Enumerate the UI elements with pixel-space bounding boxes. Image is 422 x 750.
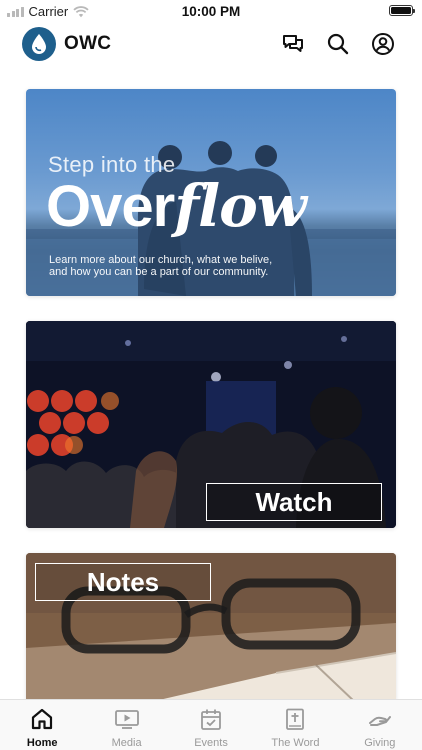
overflow-desc-line2: and how you can be a part of our communi… bbox=[49, 266, 269, 278]
chat-button[interactable] bbox=[280, 31, 306, 57]
home-icon bbox=[29, 706, 55, 732]
status-bar: Carrier 10:00 PM bbox=[0, 0, 422, 22]
tab-home-label: Home bbox=[26, 737, 58, 749]
search-button[interactable] bbox=[325, 31, 351, 57]
chat-icon bbox=[283, 35, 303, 52]
tab-home[interactable]: Home bbox=[0, 700, 84, 750]
overflow-description: Learn more about our church, what we bel… bbox=[49, 254, 349, 278]
overflow-desc-line1: Learn more about our church, what we bel… bbox=[49, 254, 273, 266]
app-logo[interactable] bbox=[22, 27, 56, 61]
tab-media-label: Media bbox=[111, 737, 142, 749]
watch-card[interactable]: Watch bbox=[26, 321, 396, 528]
calendar-icon bbox=[198, 706, 224, 732]
overflow-title-flow: flow bbox=[174, 172, 307, 240]
tab-events-label: Events bbox=[194, 737, 228, 749]
tab-events[interactable]: Events bbox=[169, 700, 253, 750]
media-icon bbox=[114, 706, 140, 732]
tab-giving-label: Giving bbox=[364, 737, 396, 749]
overflow-title-over: Over bbox=[46, 174, 175, 239]
tab-giving[interactable]: Giving bbox=[338, 700, 422, 750]
battery-icon bbox=[389, 5, 415, 16]
profile-button[interactable] bbox=[370, 31, 396, 57]
tab-the-word-label: The Word bbox=[271, 737, 320, 749]
giving-icon bbox=[367, 706, 393, 732]
status-time: 10:00 PM bbox=[181, 4, 241, 19]
notes-button[interactable]: Notes bbox=[35, 563, 211, 601]
overflow-title: Overflow bbox=[46, 174, 307, 239]
user-icon bbox=[372, 33, 394, 55]
water-drop-icon bbox=[32, 34, 46, 54]
overflow-card[interactable]: Step into the Overflow Learn more about … bbox=[26, 89, 396, 296]
search-icon bbox=[327, 33, 349, 55]
app-header: OWC bbox=[0, 22, 422, 66]
watch-button[interactable]: Watch bbox=[206, 483, 382, 521]
app-name: OWC bbox=[64, 33, 112, 54]
bible-icon bbox=[282, 706, 308, 732]
notes-card[interactable]: Notes bbox=[26, 553, 396, 703]
bottom-tab-bar: Home Media Events The Word Giving bbox=[0, 699, 422, 750]
tab-the-word[interactable]: The Word bbox=[253, 700, 337, 750]
tab-media[interactable]: Media bbox=[84, 700, 168, 750]
